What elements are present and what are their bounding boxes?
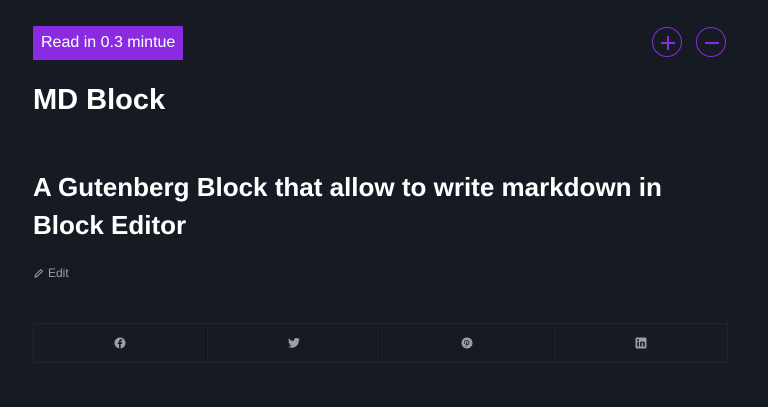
font-size-controls	[652, 27, 728, 59]
pencil-icon	[34, 268, 44, 278]
share-twitter-button[interactable]	[206, 324, 381, 362]
plus-icon	[661, 36, 675, 50]
edit-link[interactable]: Edit	[34, 266, 69, 280]
share-linkedin-button[interactable]	[554, 324, 728, 362]
post-heading: A Gutenberg Block that allow to write ma…	[33, 172, 662, 240]
facebook-icon	[114, 337, 126, 349]
reading-time-badge: Read in 0.3 mintue	[33, 26, 184, 60]
site-title: MD Block	[33, 84, 166, 116]
twitter-icon	[287, 338, 300, 348]
share-bar	[33, 323, 728, 363]
page: Read in 0.3 mintue MD Block A Gutenberg …	[0, 0, 768, 407]
minus-icon	[705, 42, 719, 44]
pinterest-icon	[461, 337, 473, 349]
linkedin-icon	[635, 337, 647, 349]
decrease-font-button[interactable]	[696, 27, 726, 57]
share-facebook-button[interactable]	[33, 324, 207, 362]
increase-font-button[interactable]	[652, 27, 682, 57]
edit-label: Edit	[48, 266, 69, 280]
share-pinterest-button[interactable]	[380, 324, 555, 362]
